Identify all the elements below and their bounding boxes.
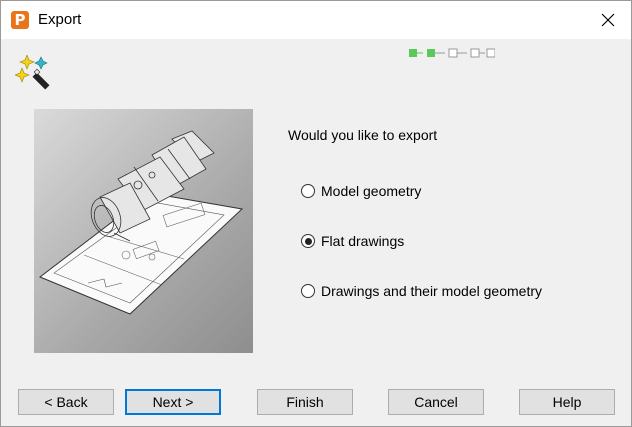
option-label: Flat drawings xyxy=(321,232,405,249)
wizard-progress-indicator xyxy=(409,48,495,58)
option-flat-drawings[interactable]: Flat drawings xyxy=(301,232,404,250)
close-button[interactable] xyxy=(585,1,631,39)
app-logo-icon: P xyxy=(11,11,29,29)
progress-step-5 xyxy=(486,48,495,58)
export-question-label: Would you like to export xyxy=(288,127,438,143)
progress-step-4 xyxy=(470,48,480,58)
export-dialog: P Export Would you like to export Model … xyxy=(0,0,632,427)
title-bar: P Export xyxy=(1,1,631,39)
option-label: Drawings and their model geometry xyxy=(321,282,542,299)
option-model-geometry[interactable]: Model geometry xyxy=(301,182,421,200)
finish-button[interactable]: Finish xyxy=(257,389,353,415)
export-preview-image xyxy=(34,109,253,353)
close-icon xyxy=(601,13,615,27)
cancel-button[interactable]: Cancel xyxy=(388,389,484,415)
progress-step-2 xyxy=(427,49,435,57)
radio-model-geometry[interactable] xyxy=(301,184,315,198)
option-label: Model geometry xyxy=(321,182,422,199)
progress-step-1 xyxy=(409,49,417,57)
progress-step-3 xyxy=(448,48,458,58)
radio-drawings-and-model-geometry[interactable] xyxy=(301,284,315,298)
window-title: Export xyxy=(38,11,82,28)
back-button[interactable]: < Back xyxy=(18,389,114,415)
help-button[interactable]: Help xyxy=(519,389,615,415)
radio-flat-drawings[interactable] xyxy=(301,234,315,248)
option-drawings-and-model-geometry[interactable]: Drawings and their model geometry xyxy=(301,282,542,300)
next-button[interactable]: Next > xyxy=(125,389,221,415)
wizard-sparkle-icon xyxy=(15,55,50,90)
